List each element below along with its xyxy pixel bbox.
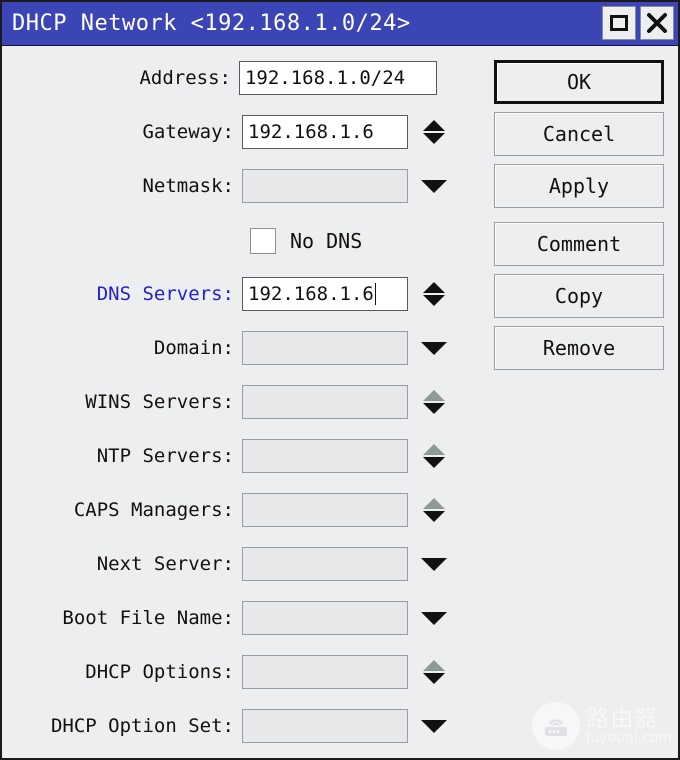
arrow-up-icon [423, 498, 445, 509]
input-value: 192.168.1.6 [248, 283, 374, 305]
input-address[interactable]: 192.168.1.0/24 [238, 61, 437, 95]
chevron-down-icon[interactable] [421, 611, 447, 625]
arrow-up-icon [423, 390, 445, 401]
form-row-dhcp-option-set: DHCP Option Set: [2, 708, 482, 744]
label-netmask: Netmask: [142, 175, 234, 197]
form-row-dhcp-options: DHCP Options: [2, 654, 482, 690]
button-label: Copy [554, 284, 604, 308]
arrow-down-icon[interactable] [423, 295, 445, 306]
input-caps-managers[interactable] [242, 493, 408, 527]
dropdown-arrow[interactable] [414, 709, 454, 743]
router-icon [532, 702, 581, 750]
cancel-button[interactable]: Cancel [494, 112, 664, 156]
label-gateway: Gateway: [142, 121, 234, 143]
input-value: 192.168.1.0/24 [244, 67, 406, 89]
input-dhcp-options[interactable] [242, 655, 408, 689]
list-arrows[interactable] [414, 385, 454, 419]
dhcp-network-dialog: DHCP Network <192.168.1.0/24> Address: 19… [0, 0, 680, 760]
chevron-down-icon[interactable] [421, 179, 447, 193]
form-row-domain: Domain: [2, 330, 482, 366]
watermark-en: luyouqi.com [586, 729, 672, 746]
button-label: Cancel [542, 122, 616, 146]
dropdown-arrow[interactable] [414, 601, 454, 635]
close-icon [647, 13, 667, 33]
form-row-dns-servers: DNS Servers: 192.168.1.6 [2, 276, 482, 312]
label-ntp-servers: NTP Servers: [96, 445, 234, 467]
label-domain: Domain: [153, 337, 234, 359]
title-bar[interactable]: DHCP Network <192.168.1.0/24> [2, 2, 678, 46]
window-controls [602, 6, 674, 40]
arrow-down-icon[interactable] [423, 511, 445, 522]
label-wins-servers: WINS Servers: [85, 391, 234, 413]
label-next-server: Next Server: [96, 553, 234, 575]
dropdown-arrow[interactable] [414, 547, 454, 581]
button-label: Apply [548, 174, 610, 198]
input-boot-file-name[interactable] [242, 601, 408, 635]
list-arrows[interactable] [414, 655, 454, 689]
arrow-up-icon [423, 444, 445, 455]
spinner-arrows[interactable] [414, 277, 454, 311]
watermark-cn: 路由器 [586, 705, 659, 732]
chevron-down-icon[interactable] [421, 557, 447, 571]
dropdown-arrow[interactable] [414, 169, 454, 203]
input-gateway[interactable]: 192.168.1.6 [242, 115, 408, 149]
button-label: OK [566, 70, 592, 94]
form-row-ntp-servers: NTP Servers: [2, 438, 482, 474]
input-netmask[interactable] [242, 169, 408, 203]
form-row-next-server: Next Server: [2, 546, 482, 582]
spinner-arrows[interactable] [414, 115, 454, 149]
input-wins-servers[interactable] [242, 385, 408, 419]
button-label: Remove [542, 336, 616, 360]
arrow-down-icon[interactable] [423, 457, 445, 468]
apply-button[interactable]: Apply [494, 164, 664, 208]
no-dns-checkbox[interactable] [250, 228, 276, 254]
arrow-up-icon[interactable] [423, 282, 445, 293]
form-row-netmask: Netmask: [2, 168, 482, 204]
arrow-up-icon [423, 660, 445, 671]
form-row-gateway: Gateway: 192.168.1.6 [2, 114, 482, 150]
no-widget [443, 61, 482, 95]
maximize-button[interactable] [602, 6, 636, 40]
copy-button[interactable]: Copy [494, 274, 664, 318]
button-column: OK Cancel Apply Comment Copy Remove [494, 60, 664, 378]
label-boot-file-name: Boot File Name: [62, 607, 234, 629]
remove-button[interactable]: Remove [494, 326, 664, 370]
site-watermark: 路由器 luyouqi.com [532, 702, 672, 750]
dhcp-form: Address: 192.168.1.0/24 Gateway: 192.168.1.… [2, 46, 482, 758]
label-address: Address: [139, 67, 231, 89]
input-domain[interactable] [242, 331, 408, 365]
label-caps-managers: CAPS Managers: [73, 499, 234, 521]
label-dns-servers: DNS Servers: [96, 283, 234, 305]
no-dns-label: No DNS [290, 229, 363, 253]
form-row-boot-file-name: Boot File Name: [2, 600, 482, 636]
dropdown-arrow[interactable] [414, 331, 454, 365]
window-title: DHCP Network <192.168.1.0/24> [12, 11, 411, 36]
arrow-down-icon[interactable] [423, 133, 445, 144]
arrow-down-icon[interactable] [423, 673, 445, 684]
chevron-down-icon[interactable] [421, 719, 447, 733]
form-row-caps-managers: CAPS Managers: [2, 492, 482, 528]
list-arrows[interactable] [414, 493, 454, 527]
form-row-wins-servers: WINS Servers: [2, 384, 482, 420]
label-dhcp-option-set: DHCP Option Set: [50, 715, 234, 737]
input-dns-servers[interactable]: 192.168.1.6 [242, 277, 408, 311]
arrow-down-icon[interactable] [423, 403, 445, 414]
text-caret [374, 283, 376, 305]
watermark-text: 路由器 luyouqi.com [586, 705, 672, 746]
button-label: Comment [536, 232, 622, 256]
form-row-address: Address: 192.168.1.0/24 [2, 60, 482, 96]
list-arrows[interactable] [414, 439, 454, 473]
no-dns-row: No DNS [2, 224, 482, 258]
chevron-down-icon[interactable] [421, 341, 447, 355]
ok-button[interactable]: OK [494, 60, 664, 104]
arrow-up-icon[interactable] [423, 120, 445, 131]
input-value: 192.168.1.6 [248, 121, 374, 143]
input-ntp-servers[interactable] [242, 439, 408, 473]
maximize-icon [610, 15, 628, 31]
label-dhcp-options: DHCP Options: [85, 661, 234, 683]
close-button[interactable] [640, 6, 674, 40]
input-dhcp-option-set[interactable] [242, 709, 408, 743]
input-next-server[interactable] [242, 547, 408, 581]
comment-button[interactable]: Comment [494, 222, 664, 266]
